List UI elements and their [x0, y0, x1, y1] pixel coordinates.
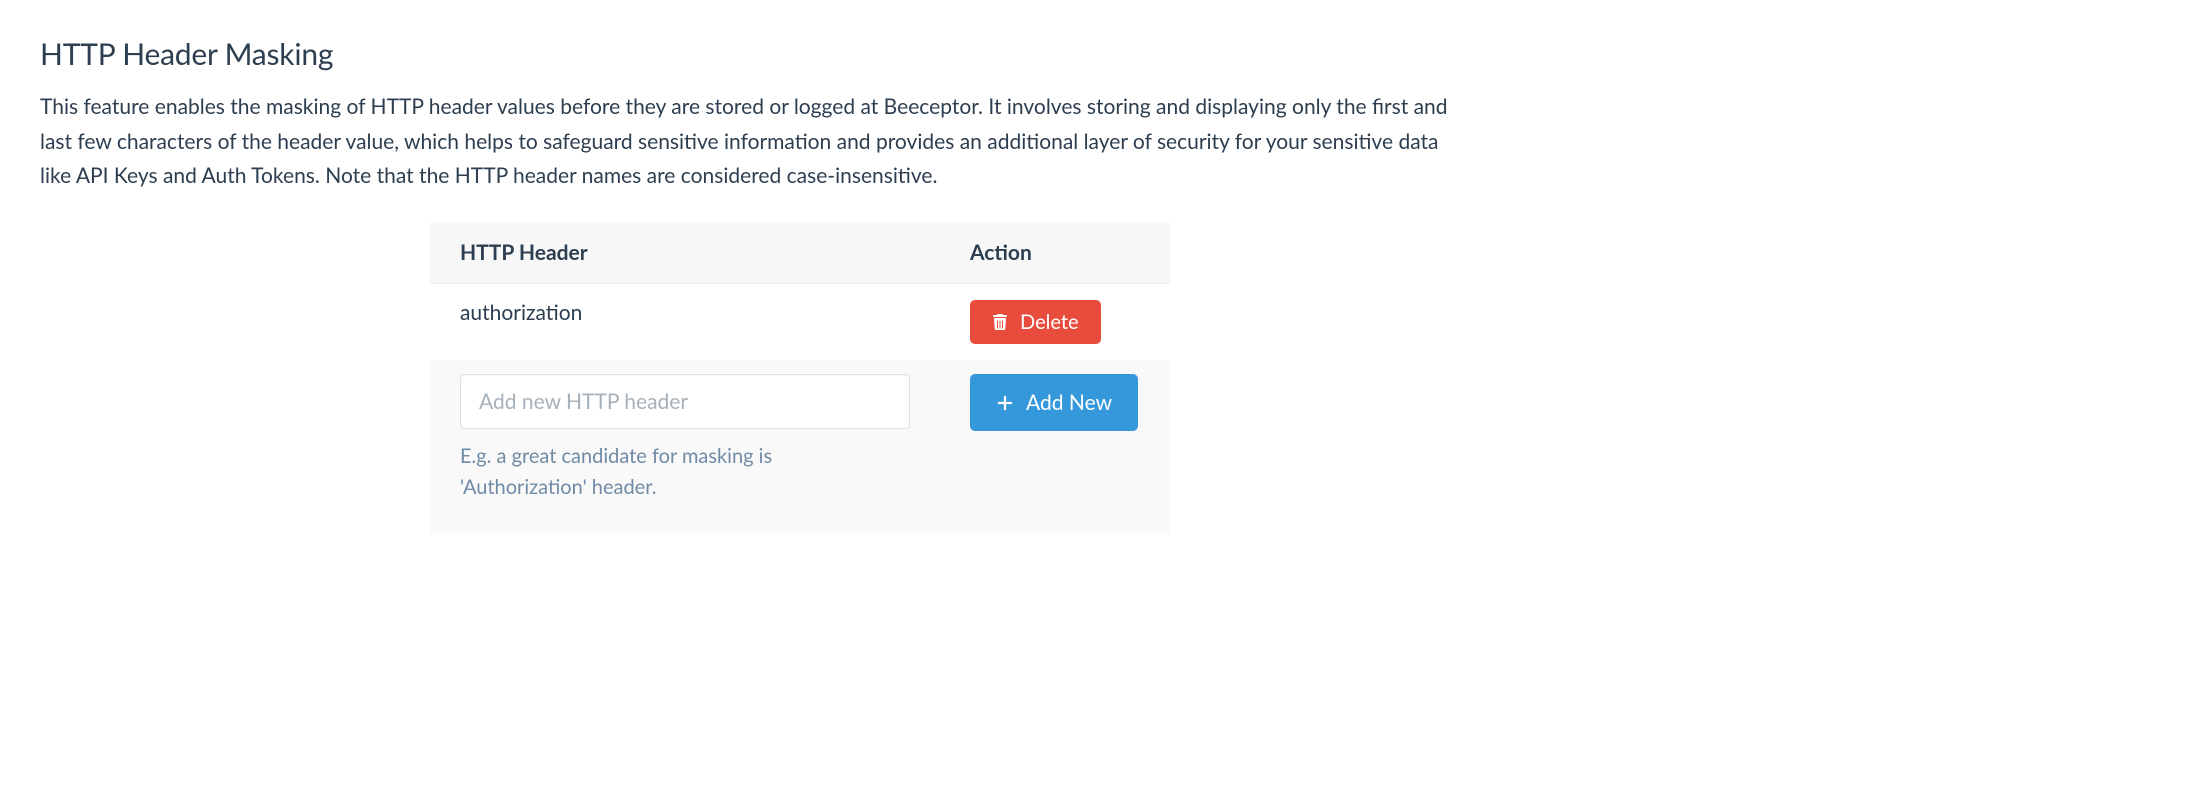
table-row: authorization Delete: [430, 283, 1170, 360]
new-header-input[interactable]: [460, 374, 910, 429]
trash-icon: [992, 314, 1008, 330]
delete-button-label: Delete: [1020, 310, 1079, 334]
add-new-button[interactable]: Add New: [970, 374, 1138, 431]
header-masking-table: HTTP Header Action authorization Delete: [430, 222, 1170, 533]
add-row: E.g. a great candidate for masking is 'A…: [430, 360, 1170, 533]
help-text: E.g. a great candidate for masking is 'A…: [460, 441, 880, 503]
section-title: HTTP Header Masking: [40, 36, 1490, 72]
add-new-button-label: Add New: [1026, 390, 1112, 415]
header-name-cell: authorization: [430, 283, 940, 360]
column-header-action: Action: [940, 222, 1170, 284]
plus-icon: [996, 394, 1014, 412]
delete-button[interactable]: Delete: [970, 300, 1101, 344]
column-header-http-header: HTTP Header: [430, 222, 940, 284]
section-description: This feature enables the masking of HTTP…: [40, 90, 1460, 194]
